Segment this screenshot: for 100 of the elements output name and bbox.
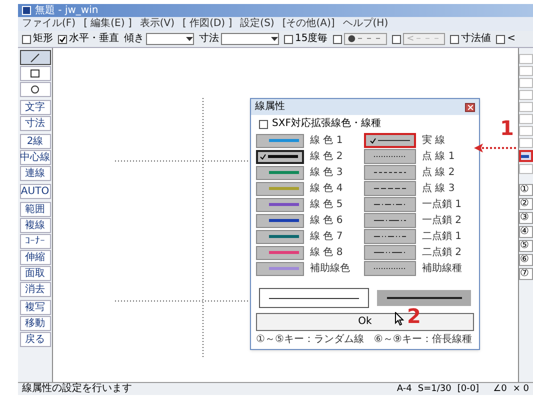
layer-indicator: [0-0] (457, 384, 480, 394)
checkbox[interactable] (332, 34, 342, 44)
line-type-button[interactable] (364, 245, 416, 260)
color-label: 線 色 6 (310, 216, 344, 226)
checkbox-label: < (507, 34, 516, 44)
angle: ∠0 (493, 384, 507, 394)
tool-button[interactable]: 消去 (20, 282, 50, 297)
tool-button[interactable]: 面取 (20, 266, 50, 281)
tool-button[interactable]: 寸法 (20, 116, 50, 131)
line-type-label: 二点鎖 2 (422, 248, 462, 258)
caret-icon (271, 37, 278, 41)
close-icon (468, 104, 472, 110)
tool-button[interactable] (20, 50, 50, 65)
step-number: 1 (500, 118, 514, 138)
line-type-button[interactable] (364, 181, 416, 196)
scale: S=1/30 (418, 384, 452, 394)
field-label: 傾き (124, 34, 144, 44)
tool-button[interactable] (20, 82, 50, 97)
line-type-label: 二点鎖 1 (422, 232, 462, 242)
line-color-button[interactable] (256, 134, 304, 148)
line-color-button[interactable] (256, 166, 304, 180)
checkbox[interactable] (58, 34, 67, 44)
tool-button[interactable] (20, 66, 50, 81)
tool-button[interactable]: ｺｰﾅｰ (20, 234, 50, 249)
line-color-button[interactable] (256, 182, 304, 196)
line-type-label: 一点鎖 2 (422, 216, 462, 226)
line-attribute-button[interactable] (519, 150, 533, 162)
color-label: 線 色 4 (310, 184, 344, 194)
menu-item[interactable]: [ 編集(E) ] (84, 19, 132, 29)
line-color-button[interactable] (256, 214, 304, 228)
menu-item[interactable]: ファイル(F) (22, 19, 76, 29)
checkbox-label: 矩形 (33, 34, 53, 44)
color-label: 線 色 5 (310, 200, 344, 210)
menu-item[interactable]: 表示(V) (140, 19, 174, 29)
close-button[interactable] (465, 102, 475, 112)
color-label: 線 色 1 (310, 136, 344, 146)
dropdown[interactable] (146, 33, 194, 45)
checkbox-label: SXF対応拡張線色・線種 (272, 119, 381, 129)
checkbox[interactable] (496, 34, 506, 44)
field-label: 寸法 (199, 34, 219, 44)
line-type-label: 点 線 2 (422, 168, 455, 178)
key-hint: ①～⑤キー：ランダム線 ⑥～⑨キー：倍長線種 (255, 332, 473, 347)
circle-icon (30, 85, 40, 94)
checkbox-label: 水平・垂直 (69, 34, 119, 44)
line-type-label: 一点鎖 1 (422, 200, 462, 210)
tool-button[interactable]: 伸縮 (20, 250, 50, 265)
line-type-button[interactable] (364, 213, 416, 228)
menu-item[interactable]: [ 作図(D) ] (182, 19, 232, 29)
line-color-button[interactable] (256, 150, 304, 164)
line-type-button[interactable] (364, 133, 416, 148)
tool-button[interactable]: 複写 (20, 300, 50, 315)
checkbox[interactable] (284, 34, 293, 44)
color-label: 線 色 2 (310, 152, 344, 162)
line-color-button[interactable] (256, 230, 304, 244)
status-message: 線属性の設定を行います (22, 384, 133, 394)
check-icon (370, 138, 376, 144)
cursor-icon (395, 312, 405, 326)
checkbox[interactable] (22, 34, 31, 44)
caret-icon (186, 37, 193, 41)
factor: × 0 (512, 384, 529, 394)
paper-size: A-4 (396, 384, 412, 394)
tool-button[interactable]: 連線 (20, 166, 50, 181)
line-type-label: 実 線 (422, 136, 446, 146)
color-label: 補助線色 (310, 264, 351, 274)
app-icon (22, 6, 31, 15)
dialog-title: 線属性 (255, 102, 285, 112)
color-label: 線 色 7 (310, 232, 344, 242)
window-title: 無題 - jw_win (35, 6, 98, 16)
tool-button[interactable]: 2線 (20, 134, 50, 149)
menu-item[interactable]: [その他(A)] (282, 19, 335, 29)
line-type-label: 点 線 1 (422, 152, 455, 162)
line-type-label: 点 線 3 (422, 184, 455, 194)
checkbox[interactable] (259, 120, 268, 128)
line-type-button[interactable] (364, 165, 416, 180)
dropdown[interactable] (221, 33, 279, 45)
color-label: 線 色 8 (310, 248, 344, 258)
check-icon (260, 154, 266, 160)
tool-button[interactable]: AUTO (20, 184, 50, 199)
line-icon (30, 52, 40, 62)
tool-button[interactable]: 文字 (20, 100, 50, 115)
line-color-button[interactable] (256, 262, 304, 276)
toolbar-button[interactable]: ●－－－ (344, 33, 387, 45)
tool-button[interactable]: 複線 (20, 218, 50, 233)
checkbox-label: 15度毎 (295, 34, 328, 44)
tool-button[interactable]: 範囲 (20, 202, 50, 217)
menu-item[interactable]: 設定(S) (240, 19, 274, 29)
line-type-button[interactable] (364, 229, 416, 244)
line-color-button[interactable] (256, 246, 304, 260)
line-type-button[interactable] (364, 197, 416, 212)
tool-button[interactable]: 移動 (20, 316, 50, 331)
checkbox[interactable] (450, 34, 460, 44)
color-label: 線 色 3 (310, 168, 344, 178)
line-color-button[interactable] (256, 198, 304, 212)
tool-button[interactable]: 中心線 (20, 150, 50, 165)
line-type-label: 補助線種 (422, 264, 462, 274)
checkbox-label: 寸法値 (461, 34, 492, 44)
tool-button[interactable]: 戻る (20, 332, 50, 347)
menu-item[interactable]: ヘルプ(H) (342, 19, 388, 29)
pointer-arrow (474, 143, 518, 153)
rectangle-icon (30, 69, 40, 78)
